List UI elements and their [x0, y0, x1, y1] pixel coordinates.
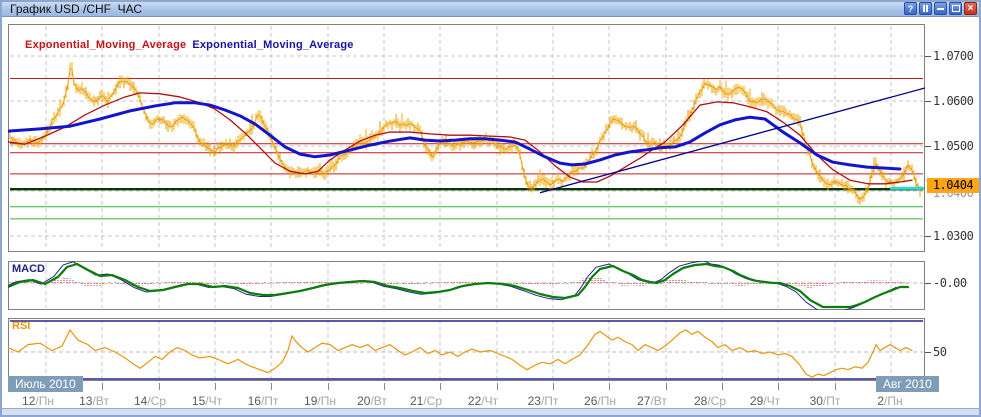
minimize-button[interactable]: [934, 2, 947, 15]
rsi-panel-canvas[interactable]: [8, 318, 925, 381]
current-price-badge: 1.0404: [927, 178, 979, 193]
macd-zero-tick: [925, 283, 931, 284]
time-axis-label: 13/Вт: [79, 394, 109, 408]
time-axis-label: 19/Пн: [304, 394, 336, 408]
time-axis-label: 26/Пн: [584, 394, 616, 408]
time-axis-label: 21/Ср: [410, 394, 442, 408]
time-axis-tick: [553, 383, 554, 390]
legend-ema-red: Exponential_Moving_Average: [25, 39, 186, 51]
pause-icon: [923, 5, 928, 12]
time-axis-label: 29/Чт: [750, 394, 780, 408]
price-axis-tick: [925, 236, 931, 237]
time-axis-tick: [271, 383, 272, 390]
window-bottom-edge: [0, 408, 981, 417]
price-axis-tick: [925, 146, 931, 147]
month-badge-july: Июль 2010: [8, 376, 83, 392]
macd-label: MACD: [12, 263, 45, 275]
titlebar[interactable]: График USD /CHF ЧАС: [0, 0, 981, 17]
time-axis-label: 30/Пт: [810, 394, 841, 408]
time-axis-tick: [384, 383, 385, 390]
chart-window: График USD /CHF ЧАС ? × Exponential_Movi…: [0, 0, 981, 417]
rsi-label: RSI: [12, 320, 30, 332]
time-axis-label: 22/Чт: [468, 394, 498, 408]
time-axis-tick: [666, 383, 667, 390]
time-axis-label: 28/Ср: [694, 394, 726, 408]
price-axis-label: 1.0700: [933, 49, 979, 63]
time-axis-label: 14/Ср: [134, 394, 166, 408]
time-axis-tick: [328, 383, 329, 390]
macd-zero-label: -0.00: [933, 276, 979, 290]
indicator-legend: Exponential_Moving_Average Exponential_Mo…: [12, 27, 354, 63]
price-axis-tick: [925, 56, 931, 57]
close-button[interactable]: ×: [964, 2, 977, 15]
time-axis-label: 16/Пт: [248, 394, 279, 408]
window-buttons: ? ×: [904, 2, 977, 15]
time-axis-label: 27/Вт: [637, 394, 667, 408]
time-axis-tick: [102, 383, 103, 390]
window-title: График USD /CHF ЧАС: [10, 2, 142, 16]
price-axis-label: 1.0600: [933, 94, 979, 108]
month-badge-august: Авг 2010: [876, 376, 939, 392]
time-axis-tick: [722, 383, 723, 390]
time-axis-label: 2/Пн: [877, 394, 902, 408]
time-axis-tick: [835, 383, 836, 390]
help-button[interactable]: ?: [904, 2, 917, 15]
time-axis-tick: [215, 383, 216, 390]
time-axis-tick: [609, 383, 610, 390]
pause-button[interactable]: [919, 2, 932, 15]
rsi-50-label: 50: [933, 345, 979, 359]
minimize-icon: [937, 8, 944, 10]
maximize-button[interactable]: [949, 2, 962, 15]
time-axis-label: 20/Вт: [357, 394, 387, 408]
price-axis-tick: [925, 101, 931, 102]
price-axis-label: 1.0500: [933, 139, 979, 153]
maximize-icon: [952, 5, 960, 12]
time-axis-tick: [497, 383, 498, 390]
price-axis-label: 1.0300: [933, 229, 979, 243]
time-axis-tick: [440, 383, 441, 390]
time-axis-label: 15/Чт: [192, 394, 222, 408]
time-axis-label: 23/Пт: [528, 394, 559, 408]
macd-panel-canvas[interactable]: [8, 261, 925, 310]
legend-ema-blue: Exponential_Moving_Average: [192, 39, 353, 51]
time-axis-tick: [159, 383, 160, 390]
rsi-50-tick: [925, 352, 931, 353]
time-axis-tick: [778, 383, 779, 390]
time-axis-label: 12/Пн: [22, 394, 54, 408]
